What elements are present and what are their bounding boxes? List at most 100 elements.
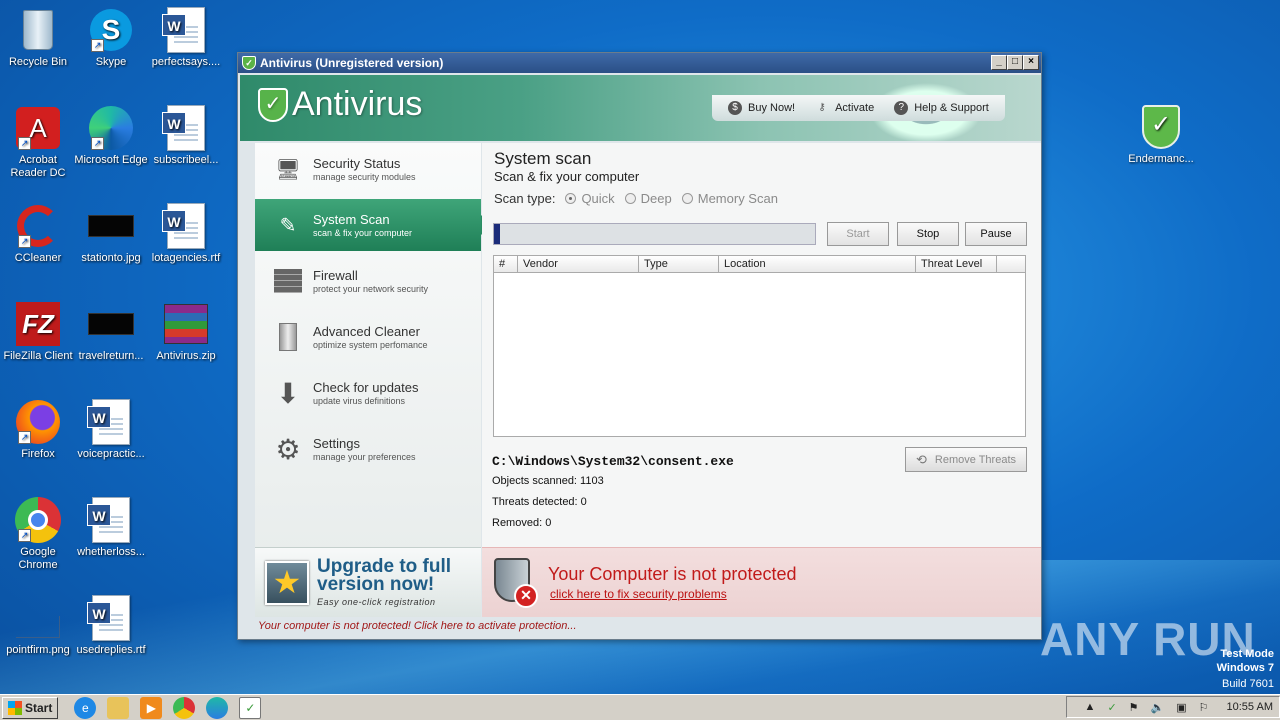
internet-explorer-icon[interactable]: e: [74, 696, 97, 719]
tray-expand-icon[interactable]: ▲: [1085, 701, 1096, 713]
column-header[interactable]: Location: [719, 256, 916, 272]
desktop-icon-firefox[interactable]: ↗ Firefox: [0, 398, 76, 461]
desktop-icon-label: travelreturn...: [78, 350, 144, 362]
column-header[interactable]: Type: [639, 256, 719, 272]
main-panel: System scan Scan & fix your computer Sca…: [482, 143, 1041, 547]
desktop-icon-acrobat[interactable]: A ↗ Acrobat Reader DC: [0, 104, 76, 180]
antivirus-taskbar-icon[interactable]: ✓: [239, 696, 262, 719]
radio-memory-scan[interactable]: Memory Scan: [681, 191, 778, 206]
desktop-icon-endermanc[interactable]: ✓ Endermanc...: [1122, 105, 1200, 165]
start-button[interactable]: Start: [827, 222, 889, 246]
recycle-bin-icon: [14, 6, 62, 54]
removed-count: Removed: 0: [492, 517, 552, 529]
network-icon[interactable]: ▣: [1176, 701, 1186, 714]
stop-button[interactable]: Stop: [897, 222, 959, 246]
firefox-icon: ↗: [14, 398, 62, 446]
desktop-icon-ccleaner[interactable]: ↗ CCleaner: [0, 202, 76, 265]
volume-icon[interactable]: 🔈: [1151, 701, 1165, 714]
sidebar-item-firewall[interactable]: Firewall protect your network security: [255, 255, 481, 307]
word-document-icon: W: [162, 6, 210, 54]
window-titlebar[interactable]: ✓ Antivirus (Unregistered version) _ □ ×: [238, 53, 1041, 73]
desktop-icon-voicepractic[interactable]: W voicepractic...: [73, 398, 149, 461]
tray-flag-icon[interactable]: ⚑: [1129, 701, 1139, 714]
sidebar-item-settings[interactable]: ⚙ Settings manage your preferences: [255, 423, 481, 475]
nav-subtitle: protect your network security: [313, 284, 429, 294]
image-file-icon: [87, 202, 135, 250]
antivirus-window: ✓ Antivirus (Unregistered version) _ □ ×…: [237, 52, 1042, 640]
edge-taskbar-icon[interactable]: [206, 696, 229, 719]
column-header[interactable]: #: [494, 256, 518, 272]
buy-now-label: Buy Now!: [748, 102, 796, 114]
trash-can-icon: [273, 322, 303, 352]
radio-deep[interactable]: Deep: [624, 191, 672, 206]
sidebar: 🖥 Security Status manage security modules…: [255, 143, 491, 613]
clock[interactable]: 10:55 AM: [1227, 701, 1273, 713]
maximize-button[interactable]: □: [1007, 55, 1023, 70]
remove-threats-label: Remove Threats: [934, 453, 1016, 466]
desktop-icon-antivirus-zip[interactable]: Antivirus.zip: [148, 300, 224, 363]
sidebar-item-check-updates[interactable]: ⬇ Check for updates update virus definiti…: [255, 367, 481, 419]
sidebar-item-system-scan[interactable]: ✎ System Scan scan & fix your computer: [255, 199, 491, 251]
media-player-icon[interactable]: ▶: [140, 696, 163, 719]
activate-link[interactable]: ⚷ Activate: [815, 101, 874, 115]
desktop-icon-chrome[interactable]: ↗ Google Chrome: [0, 496, 76, 572]
desktop-icon-travelreturn[interactable]: travelreturn...: [73, 300, 149, 363]
desktop-icon-label: Firefox: [21, 448, 55, 460]
close-button[interactable]: ×: [1023, 55, 1039, 70]
desktop-icon-filezilla[interactable]: FZ FileZilla Client: [0, 300, 76, 363]
radio-quick[interactable]: Quick: [565, 191, 615, 206]
desktop-icon-label: voicepractic...: [77, 448, 145, 460]
desktop-icon-label: FileZilla Client: [3, 350, 73, 362]
cart-icon: $: [728, 101, 742, 115]
desktop-icon-usedreplies[interactable]: W usedreplies.rtf: [73, 594, 149, 657]
scan-type-group: Scan type: Quick Deep Memory Scan: [494, 191, 778, 206]
desktop-icon-pointfirm[interactable]: pointfirm.png: [0, 594, 76, 657]
desktop-icon-label: pointfirm.png: [6, 644, 70, 656]
desktop-icon-whetherloss[interactable]: W whetherloss...: [73, 496, 149, 559]
windows-version-text: Windows 7: [1216, 662, 1274, 674]
objects-scanned: Objects scanned: 1103: [492, 475, 604, 487]
image-file-icon: [14, 594, 62, 642]
desktop-icon-subscribeel[interactable]: W subscribeel...: [148, 104, 224, 167]
radio-dot: [681, 193, 693, 204]
nav-subtitle: manage security modules: [313, 172, 416, 182]
status-line-link[interactable]: Your computer is not protected! Click he…: [258, 620, 577, 632]
desktop-icon-lotagencies[interactable]: W lotagencies.rtf: [148, 202, 224, 265]
column-header-filler: [997, 256, 1025, 272]
scan-type-label: Scan type:: [494, 191, 556, 206]
chrome-taskbar-icon[interactable]: [173, 696, 196, 719]
folder-icon[interactable]: [107, 696, 130, 719]
desktop-icon-recycle-bin[interactable]: Recycle Bin: [0, 6, 76, 69]
tray-shield-icon[interactable]: ✓: [1107, 701, 1116, 714]
start-button[interactable]: Start: [2, 696, 59, 719]
word-document-icon: W: [87, 398, 135, 446]
desktop-icon-skype[interactable]: S ↗ Skype: [73, 6, 149, 69]
column-header[interactable]: Threat Level: [916, 256, 997, 272]
sidebar-item-advanced-cleaner[interactable]: Advanced Cleaner optimize system perfoman…: [255, 311, 481, 363]
minimize-button[interactable]: _: [991, 55, 1007, 70]
fix-security-link[interactable]: click here to fix security problems: [550, 587, 727, 601]
desktop-icon-label: Skype: [95, 56, 127, 68]
winrar-archive-icon: [162, 300, 210, 348]
sidebar-item-security-status[interactable]: 🖥 Security Status manage security modules: [255, 143, 481, 195]
radio-dot: [624, 193, 636, 204]
help-support-link[interactable]: ? Help & Support: [894, 101, 989, 115]
desktop-icon-edge[interactable]: ↗ Microsoft Edge: [73, 104, 149, 167]
remove-threats-button[interactable]: ⟲ Remove Threats: [905, 447, 1027, 472]
desktop-icon-perfectsays[interactable]: W perfectsays....: [148, 6, 224, 69]
acrobat-icon: A ↗: [14, 104, 62, 152]
remove-icon: ⟲: [915, 451, 927, 467]
desktop-icon-label: lotagencies.rtf: [151, 252, 221, 264]
edge-icon: ↗: [87, 104, 135, 152]
column-header[interactable]: Vendor: [518, 256, 639, 272]
brand-logo: ✓ Antivirus: [258, 85, 422, 124]
table-header: # Vendor Type Location Threat Level: [494, 256, 1025, 273]
tray-notice-icon[interactable]: ⚐: [1199, 701, 1209, 714]
upgrade-panel[interactable]: ★ Upgrade to full version now! Easy one-…: [255, 547, 481, 617]
buy-now-link[interactable]: $ Buy Now!: [728, 101, 795, 115]
pause-button[interactable]: Pause: [965, 222, 1027, 246]
desktop-icon-stationto[interactable]: stationto.jpg: [73, 202, 149, 265]
start-label: Start: [25, 700, 53, 715]
desktop-icon-label: Acrobat Reader DC: [10, 154, 66, 179]
star-icon: ★: [265, 560, 309, 605]
